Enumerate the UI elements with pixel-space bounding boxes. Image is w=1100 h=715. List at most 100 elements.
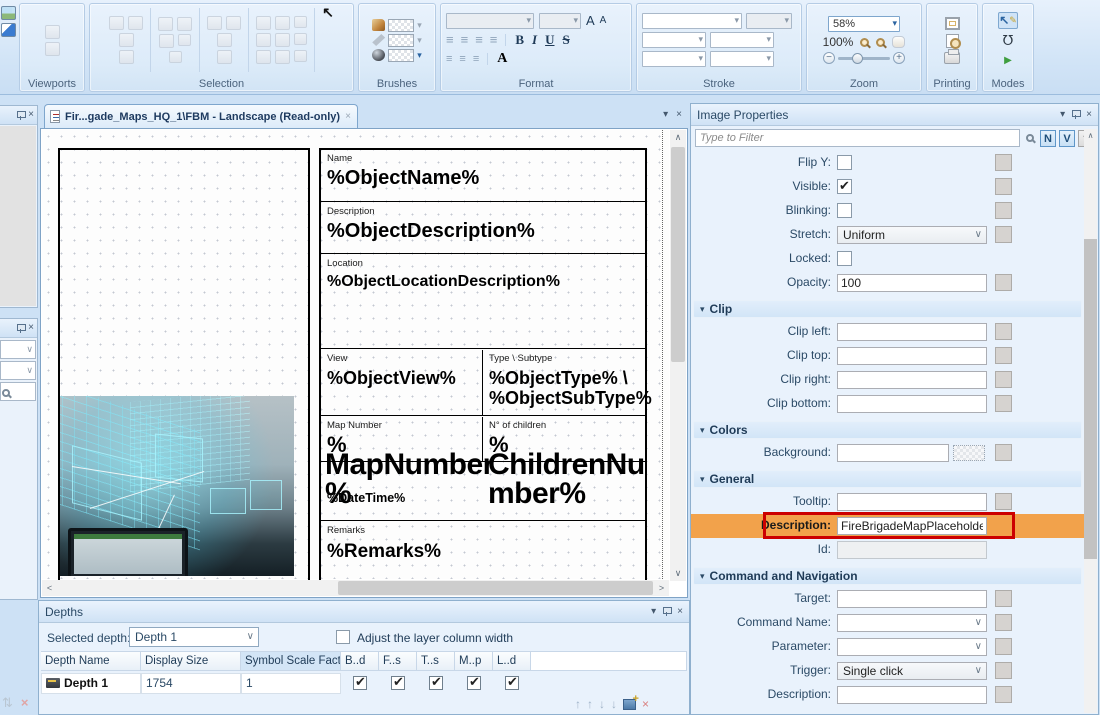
depth-checkbox-1[interactable] (353, 676, 367, 690)
map-info-template[interactable]: Name %ObjectName% Description %ObjectDes… (319, 148, 647, 588)
viewport-add-icon[interactable] (45, 25, 60, 39)
canvas-vscroll-thumb[interactable] (671, 147, 685, 362)
stroke-join-combo[interactable]: ▾ (642, 51, 706, 67)
parameter-combo[interactable]: ∨ (837, 638, 987, 656)
symbol-scale-cell[interactable]: 1 (241, 673, 341, 694)
column-display-size[interactable]: Display Size (141, 652, 241, 670)
select-all-icon[interactable] (119, 50, 134, 64)
font-size-combo[interactable]: ▾ (539, 13, 581, 29)
close-icon[interactable]: × (28, 110, 34, 120)
zoom-in-button[interactable]: + (893, 52, 905, 64)
template-cell-remarks[interactable]: Remarks %Remarks% (321, 522, 645, 588)
canvas-vertical-scrollbar[interactable]: ∧ ∨ (670, 130, 686, 581)
panel-menu-icon[interactable]: ▾ (651, 606, 656, 617)
print-preview-icon[interactable] (946, 34, 959, 48)
column-symbol-scale-factor[interactable]: Symbol Scale Facto (241, 652, 341, 670)
template-cell-view[interactable]: View %ObjectView% (321, 350, 482, 416)
underline-icon[interactable]: U (545, 32, 554, 48)
stroke-dash-combo[interactable]: ▾ (710, 51, 774, 67)
panel-menu-icon[interactable]: ▾ (1060, 109, 1065, 120)
zoom-out-button[interactable]: − (823, 52, 835, 64)
zoom-slider-track[interactable] (838, 57, 890, 60)
stroke-brush-swatch[interactable] (388, 34, 414, 47)
trigger-binding-button[interactable] (995, 662, 1012, 679)
move-depth-up-icon[interactable]: ↑ (587, 697, 593, 711)
left-panel-search-field[interactable] (0, 382, 36, 401)
opacity-brush-icon[interactable] (372, 49, 385, 61)
shrink-font-icon[interactable]: A (600, 14, 607, 28)
nav-description-binding-button[interactable] (995, 686, 1012, 703)
clone-icon[interactable] (217, 50, 232, 64)
tab-close-icon[interactable]: × (345, 111, 351, 122)
command-name-combo[interactable]: ∨ (837, 614, 987, 632)
page-setup-icon[interactable] (945, 17, 960, 30)
fill-brush-dropdown-icon[interactable]: ▾ (417, 20, 422, 31)
background-binding-button[interactable] (995, 444, 1012, 461)
map-placeholder-image[interactable] (60, 396, 294, 576)
duplicate-icon[interactable] (217, 33, 232, 47)
zoom-level-combo[interactable]: 58%▾ (828, 16, 900, 32)
section-command-navigation[interactable]: ▾Command and Navigation (693, 567, 1082, 585)
left-panel-combo-2[interactable]: ∨ (0, 361, 36, 380)
blinking-checkbox[interactable] (837, 203, 852, 218)
pin-icon[interactable] (17, 324, 24, 333)
stretch-binding-button[interactable] (995, 226, 1012, 243)
resize-selection-icon[interactable] (158, 17, 173, 31)
clip-left-binding-button[interactable] (995, 323, 1012, 340)
column-m-p[interactable]: M..p (455, 652, 493, 670)
adjust-layer-width-checkbox[interactable] (336, 630, 350, 644)
stroke-preview-combo[interactable]: ▾ (746, 13, 792, 29)
command-name-binding-button[interactable] (995, 614, 1012, 631)
id-input[interactable] (837, 541, 987, 559)
panel-close-icon[interactable]: × (1086, 109, 1092, 120)
target-binding-button[interactable] (995, 590, 1012, 607)
move-depth-down-icon[interactable]: ↓ (599, 697, 605, 711)
display-size-cell[interactable]: 1754 (141, 673, 241, 694)
scroll-down-icon[interactable]: ∨ (670, 566, 686, 581)
tooltip-binding-button[interactable] (995, 493, 1012, 510)
selected-depth-combo[interactable]: Depth 1∨ (129, 627, 259, 647)
stroke-style-combo[interactable]: ▾ (642, 13, 742, 29)
grow-font-icon[interactable]: A (586, 14, 595, 28)
fill-brush-icon[interactable] (372, 19, 385, 31)
zoom-slider[interactable]: − + (823, 52, 905, 64)
scroll-right-icon[interactable]: > (654, 580, 669, 596)
clip-left-input[interactable] (837, 323, 987, 341)
template-cell-name[interactable]: Name %ObjectName% (321, 150, 645, 202)
visible-binding-button[interactable] (995, 178, 1012, 195)
flip-y-binding-button[interactable] (995, 154, 1012, 171)
align-left-objects-icon[interactable] (256, 16, 271, 30)
section-clip[interactable]: ▾Clip (693, 300, 1082, 318)
zoom-selection-icon[interactable] (876, 38, 885, 47)
distribute-icon[interactable] (294, 33, 307, 45)
rotate-selection-icon[interactable] (177, 17, 192, 31)
center-vertical-icon[interactable] (275, 33, 290, 47)
column-b-d[interactable]: B..d (341, 652, 379, 670)
pin-icon[interactable] (663, 607, 670, 616)
scale-selection-icon[interactable] (159, 34, 174, 48)
tooltip-input[interactable] (837, 493, 987, 511)
clip-bottom-input[interactable] (837, 395, 987, 413)
filter-name-button[interactable]: N (1040, 130, 1056, 147)
column-l-d[interactable]: L..d (493, 652, 531, 670)
template-cell-description[interactable]: Description %ObjectDescription% (321, 203, 645, 254)
scroll-up-icon[interactable]: ∧ (1084, 129, 1097, 142)
align-text-bottom-icon[interactable]: ≡ (473, 53, 478, 65)
depth-checkbox-5[interactable] (505, 676, 519, 690)
section-colors[interactable]: ▾Colors (693, 421, 1082, 439)
align-right-objects-icon[interactable] (256, 50, 271, 64)
nav-description-input[interactable] (837, 686, 987, 704)
delete-depth-icon[interactable]: × (642, 697, 649, 711)
opacity-brush-swatch[interactable] (388, 49, 414, 62)
design-canvas[interactable]: Name %ObjectName% Description %ObjectDes… (40, 128, 688, 598)
clip-right-input[interactable] (837, 371, 987, 389)
depth-checkbox-4[interactable] (467, 676, 481, 690)
stroke-cap-combo[interactable]: ▾ (710, 32, 774, 48)
opacity-brush-dropdown-icon[interactable]: ▾ (417, 50, 422, 61)
italic-icon[interactable]: I (532, 32, 537, 48)
viewport-select-icon[interactable] (45, 42, 60, 56)
flip-y-checkbox[interactable] (837, 155, 852, 170)
brush-tool-icon[interactable] (1, 23, 16, 37)
scroll-up-icon[interactable]: ∧ (670, 130, 686, 145)
add-depth-icon[interactable] (623, 699, 636, 710)
